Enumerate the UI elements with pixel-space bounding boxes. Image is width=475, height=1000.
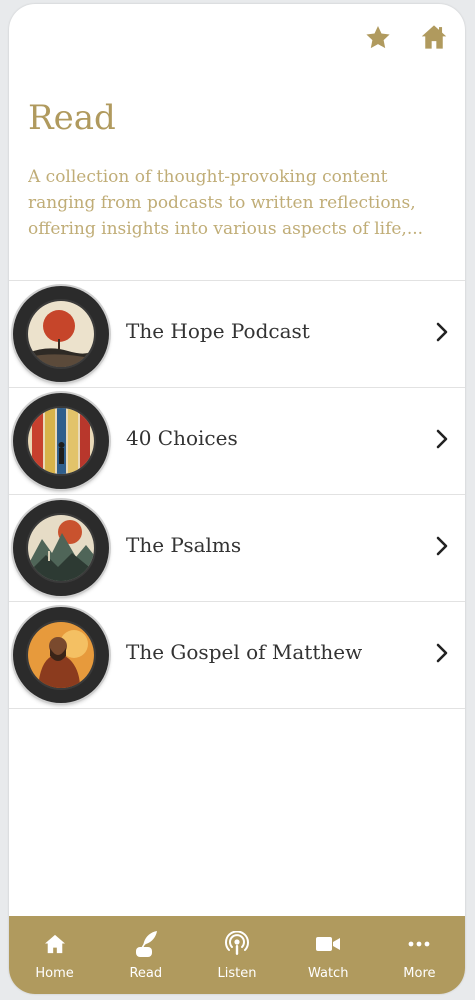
tab-read[interactable]: Read — [100, 916, 191, 994]
more-dots-icon — [406, 932, 432, 956]
list-item-label: The Gospel of Matthew — [126, 640, 363, 664]
forty-choices-artwork — [13, 393, 109, 489]
tab-label: Watch — [307, 966, 349, 981]
hope-podcast-artwork — [13, 286, 109, 382]
tab-home[interactable]: Home — [9, 916, 100, 994]
chevron-right-icon — [436, 643, 448, 663]
app-screen: Read A collection of thought-provoking c… — [9, 4, 465, 994]
quill-icon — [133, 931, 159, 957]
list-item-hope-podcast[interactable]: The Hope Podcast — [9, 281, 465, 388]
list-item-40-choices[interactable]: 40 Choices — [9, 388, 465, 495]
gospel-matthew-artwork — [13, 607, 109, 703]
tab-listen[interactable]: Listen — [191, 916, 282, 994]
tab-label: Read — [129, 966, 163, 981]
page-description: A collection of thought-provoking conten… — [28, 167, 424, 239]
chevron-right-icon — [436, 429, 448, 449]
chevron-right-icon — [436, 536, 448, 556]
home-icon[interactable] — [419, 22, 449, 52]
psalms-artwork — [13, 500, 109, 596]
chevron-right-icon — [436, 322, 448, 342]
tab-watch[interactable]: Watch — [283, 916, 374, 994]
page-title: Read — [28, 98, 116, 138]
list-item-gospel-matthew[interactable]: The Gospel of Matthew — [9, 602, 465, 709]
bottom-tab-bar: Home Read Listen Watch More — [9, 916, 465, 994]
list-item-label: The Psalms — [126, 533, 242, 557]
video-icon — [315, 932, 341, 956]
home-icon — [42, 932, 68, 956]
tab-label: Home — [35, 966, 74, 981]
content-list: The Hope Podcast 40 Choices The Psalms T… — [9, 280, 465, 709]
tab-label: More — [403, 966, 436, 981]
top-toolbar — [363, 22, 449, 52]
podcast-icon — [224, 931, 250, 956]
list-item-label: 40 Choices — [126, 426, 238, 450]
tab-more[interactable]: More — [374, 916, 465, 994]
list-item-label: The Hope Podcast — [126, 319, 310, 343]
tab-label: Listen — [217, 966, 257, 981]
list-item-psalms[interactable]: The Psalms — [9, 495, 465, 602]
star-icon[interactable] — [363, 22, 393, 52]
